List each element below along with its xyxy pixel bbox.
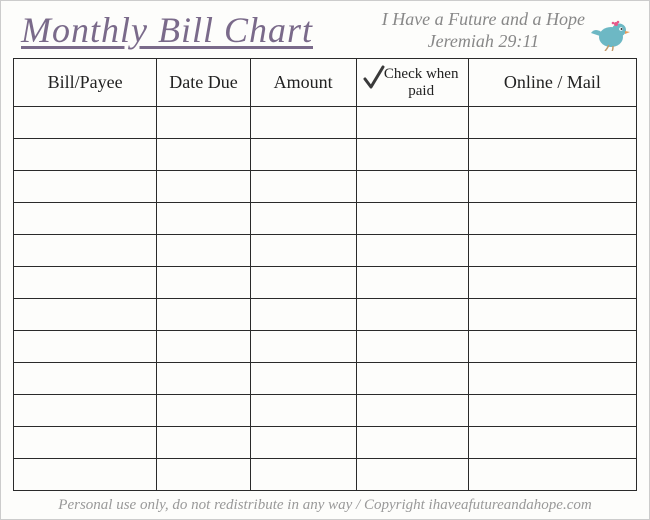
table-cell[interactable] — [14, 235, 157, 267]
table-cell[interactable] — [14, 427, 157, 459]
table-cell[interactable] — [157, 267, 250, 299]
table-row — [14, 267, 637, 299]
table-cell[interactable] — [157, 203, 250, 235]
table-row — [14, 363, 637, 395]
table-cell[interactable] — [14, 203, 157, 235]
table-cell[interactable] — [356, 427, 468, 459]
table-cell[interactable] — [356, 107, 468, 139]
table-row — [14, 459, 637, 491]
table-cell[interactable] — [14, 139, 157, 171]
table-cell[interactable] — [157, 235, 250, 267]
table-row — [14, 395, 637, 427]
table-cell[interactable] — [157, 171, 250, 203]
table-cell[interactable] — [250, 139, 356, 171]
table-cell[interactable] — [14, 171, 157, 203]
scripture-line1: I Have a Future and a Hope — [382, 9, 585, 31]
col-bill-payee: Bill/Payee — [14, 59, 157, 107]
table-cell[interactable] — [14, 331, 157, 363]
table-cell[interactable] — [157, 139, 250, 171]
table-cell[interactable] — [356, 203, 468, 235]
table-cell[interactable] — [468, 203, 636, 235]
col-amount: Amount — [250, 59, 356, 107]
table-cell[interactable] — [356, 171, 468, 203]
table-cell[interactable] — [250, 363, 356, 395]
table-body — [14, 107, 637, 491]
table-cell[interactable] — [250, 107, 356, 139]
table-cell[interactable] — [157, 331, 250, 363]
table-cell[interactable] — [157, 363, 250, 395]
table-header-row: Bill/Payee Date Due Amount Check when pa… — [14, 59, 637, 107]
bird-icon — [589, 15, 631, 56]
table-cell[interactable] — [468, 427, 636, 459]
table-cell[interactable] — [14, 299, 157, 331]
table-cell[interactable] — [468, 395, 636, 427]
table-cell[interactable] — [157, 427, 250, 459]
table-cell[interactable] — [250, 459, 356, 491]
col-online-mail: Online / Mail — [468, 59, 636, 107]
table-cell[interactable] — [468, 139, 636, 171]
table-cell[interactable] — [356, 235, 468, 267]
page-title: Monthly Bill Chart — [21, 9, 313, 51]
table-cell[interactable] — [250, 299, 356, 331]
table-cell[interactable] — [468, 459, 636, 491]
table-row — [14, 107, 637, 139]
table-row — [14, 299, 637, 331]
table-cell[interactable] — [14, 107, 157, 139]
table-cell[interactable] — [468, 331, 636, 363]
scripture-line2: Jeremiah 29:11 — [382, 31, 585, 53]
table-cell[interactable] — [356, 299, 468, 331]
checkmark-icon — [363, 65, 385, 91]
table-cell[interactable] — [250, 235, 356, 267]
col-check-paid-label: Check when paid — [379, 66, 464, 99]
table-cell[interactable] — [250, 267, 356, 299]
table-row — [14, 235, 637, 267]
table-cell[interactable] — [14, 395, 157, 427]
table-cell[interactable] — [356, 395, 468, 427]
table-cell[interactable] — [157, 299, 250, 331]
table-cell[interactable] — [250, 395, 356, 427]
scripture-text: I Have a Future and a Hope Jeremiah 29:1… — [382, 9, 585, 52]
table-cell[interactable] — [157, 395, 250, 427]
col-date-due: Date Due — [157, 59, 250, 107]
table-cell[interactable] — [468, 363, 636, 395]
table-cell[interactable] — [356, 331, 468, 363]
table-cell[interactable] — [468, 235, 636, 267]
table-cell[interactable] — [356, 459, 468, 491]
table-cell[interactable] — [250, 171, 356, 203]
header: Monthly Bill Chart I Have a Future and a… — [13, 9, 637, 52]
table-cell[interactable] — [468, 299, 636, 331]
table-cell[interactable] — [356, 267, 468, 299]
bill-table: Bill/Payee Date Due Amount Check when pa… — [13, 58, 637, 491]
table-cell[interactable] — [14, 267, 157, 299]
table-cell[interactable] — [356, 363, 468, 395]
table-row — [14, 331, 637, 363]
table-cell[interactable] — [250, 203, 356, 235]
table-cell[interactable] — [157, 107, 250, 139]
table-row — [14, 139, 637, 171]
table-cell[interactable] — [157, 459, 250, 491]
table-cell[interactable] — [356, 139, 468, 171]
table-cell[interactable] — [468, 267, 636, 299]
table-row — [14, 427, 637, 459]
footer-text: Personal use only, do not redistribute i… — [13, 497, 637, 514]
table-cell[interactable] — [14, 363, 157, 395]
table-cell[interactable] — [250, 331, 356, 363]
col-check-paid: Check when paid — [356, 59, 468, 107]
table-row — [14, 203, 637, 235]
table-cell[interactable] — [250, 427, 356, 459]
table-cell[interactable] — [468, 107, 636, 139]
table-cell[interactable] — [14, 459, 157, 491]
table-row — [14, 171, 637, 203]
table-cell[interactable] — [468, 171, 636, 203]
